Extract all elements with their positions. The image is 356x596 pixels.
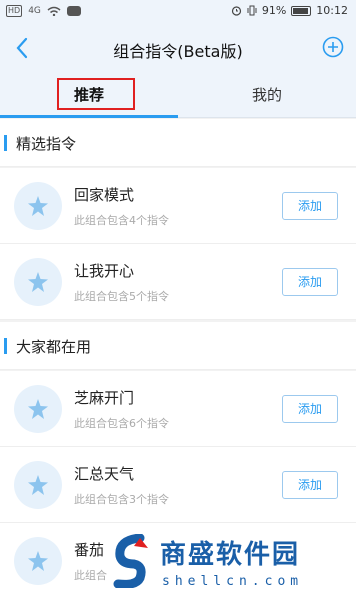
section-accent-bar xyxy=(4,135,7,151)
battery-icon xyxy=(291,5,312,16)
item-desc: 此组合包含3个指令 xyxy=(74,493,169,506)
battery-percent: 91% xyxy=(261,4,287,17)
star-icon xyxy=(14,258,62,306)
section-header: 大家都在用 xyxy=(0,322,356,370)
add-button[interactable]: 添加 xyxy=(282,395,338,423)
tab-mine[interactable]: 我的 xyxy=(178,72,356,118)
watermark-url: shellcn.com xyxy=(162,574,304,589)
status-bar: HD 4G 91% 10:12 xyxy=(0,0,356,26)
wifi-icon xyxy=(47,6,61,16)
highlight-box xyxy=(57,78,135,110)
section-title: 大家都在用 xyxy=(16,338,92,356)
star-icon xyxy=(14,537,62,585)
list-item[interactable]: 汇总天气 此组合包含3个指令 添加 xyxy=(0,447,356,523)
plus-circle-icon[interactable] xyxy=(322,36,344,58)
star-icon xyxy=(14,182,62,230)
item-desc: 此组合包含6个指令 xyxy=(74,417,169,430)
item-name: 番茄 xyxy=(74,541,105,559)
add-button[interactable]: 添加 xyxy=(282,471,338,499)
signal-icon: 4G xyxy=(28,6,41,16)
tab-bar: 推荐 我的 xyxy=(0,72,356,118)
vibrate-icon xyxy=(247,5,257,16)
list-item[interactable]: 芝麻开门 此组合包含6个指令 添加 xyxy=(0,371,356,447)
item-name: 让我开心 xyxy=(74,262,135,280)
item-desc: 此组合包含5个指令 xyxy=(74,290,169,303)
item-name: 汇总天气 xyxy=(74,465,135,483)
add-button[interactable]: 添加 xyxy=(282,192,338,220)
watermark: 商盛软件园 shellcn.com xyxy=(110,530,350,596)
watermark-text: 商盛软件园 xyxy=(160,540,301,570)
active-tab-indicator xyxy=(0,115,178,118)
nav-bar: 组合指令(Beta版) xyxy=(0,26,356,72)
page-title: 组合指令(Beta版) xyxy=(113,42,243,61)
item-name: 芝麻开门 xyxy=(74,389,135,407)
hd-icon: HD xyxy=(6,5,23,17)
list-item[interactable]: 让我开心 此组合包含5个指令 添加 xyxy=(0,244,356,320)
section-accent-bar xyxy=(4,338,7,354)
item-name: 回家模式 xyxy=(74,186,135,204)
list-item[interactable]: 回家模式 此组合包含4个指令 添加 xyxy=(0,168,356,244)
add-button[interactable]: 添加 xyxy=(282,268,338,296)
section-title: 精选指令 xyxy=(16,135,77,153)
clock: 10:12 xyxy=(316,4,348,17)
watermark-logo-icon xyxy=(113,534,148,588)
alarm-icon xyxy=(231,6,241,16)
item-desc: 此组合包含4个指令 xyxy=(74,214,169,227)
message-icon xyxy=(66,6,81,16)
star-icon xyxy=(14,461,62,509)
star-icon xyxy=(14,385,62,433)
section-header: 精选指令 xyxy=(0,119,356,167)
item-desc: 此组合 xyxy=(74,569,107,582)
